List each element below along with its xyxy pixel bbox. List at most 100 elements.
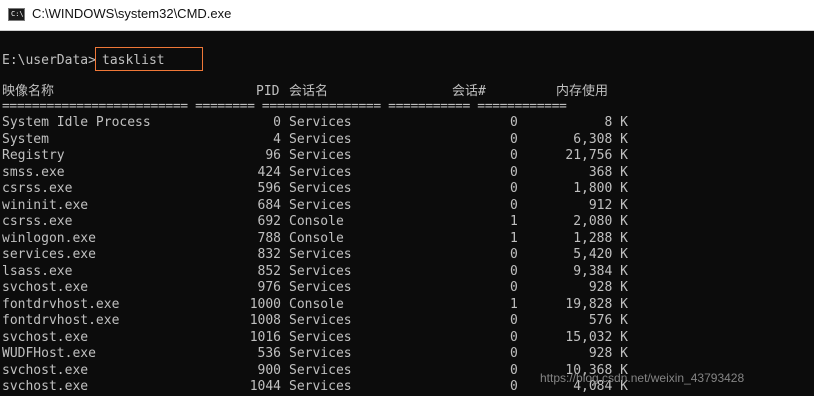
process-name: csrss.exe	[2, 214, 73, 229]
process-session-name: Console	[289, 296, 344, 312]
process-session-number: 0	[510, 329, 518, 345]
process-pid: 852	[257, 263, 281, 279]
process-name: services.exe	[2, 247, 96, 262]
process-session-number: 1	[510, 230, 518, 246]
process-pid: 96	[265, 148, 281, 163]
process-row: svchost.exe 1016 Services 0 15,032 K	[0, 330, 814, 346]
process-memory: 5,420 K	[573, 247, 628, 262]
process-session-number: 0	[510, 197, 518, 213]
prompt-path: E:\userData>	[2, 53, 96, 68]
header-separator: ========================= ======== =====…	[2, 99, 567, 114]
process-session-name: Services	[289, 280, 352, 295]
process-row: services.exe 832 Services 0 5,420 K	[0, 247, 814, 263]
process-row: WUDFHost.exe 536 Services 0 928 K	[0, 346, 814, 362]
process-pid: 4	[273, 131, 281, 147]
process-pid: 788	[257, 230, 281, 246]
process-row: System Idle Process 0 Services 0 8 K	[0, 115, 814, 131]
process-row: smss.exe 424 Services 0 368 K	[0, 165, 814, 181]
cmd-icon: C:\	[8, 8, 25, 21]
process-session-name: Services	[289, 313, 352, 328]
process-name: csrss.exe	[2, 181, 73, 196]
process-memory: 368 K	[588, 164, 628, 180]
process-session-name: Services	[289, 379, 352, 394]
process-row: csrss.exe 596 Services 0 1,800 K	[0, 181, 814, 197]
process-name: smss.exe	[2, 164, 65, 180]
process-name: fontdrvhost.exe	[2, 313, 120, 328]
process-pid: 596	[257, 181, 281, 196]
process-pid: 1016	[249, 329, 281, 345]
process-session-number: 0	[510, 131, 518, 147]
process-pid: 536	[257, 346, 281, 361]
process-session-number: 0	[510, 263, 518, 279]
process-session-number: 1	[510, 296, 518, 312]
process-row: fontdrvhost.exe 1008 Services 0 576 K	[0, 313, 814, 329]
process-name: svchost.exe	[2, 329, 89, 345]
process-memory: 9,384 K	[573, 263, 628, 279]
process-pid: 684	[257, 197, 281, 213]
process-session-number: 0	[510, 313, 518, 328]
process-pid: 900	[257, 362, 281, 378]
process-memory: 8 K	[604, 115, 628, 130]
process-session-number: 0	[510, 164, 518, 180]
process-name: lsass.exe	[2, 263, 73, 279]
process-name: System Idle Process	[2, 115, 151, 130]
process-session-name: Console	[289, 214, 344, 229]
process-memory: 6,308 K	[573, 131, 628, 147]
process-name: WUDFHost.exe	[2, 346, 96, 361]
process-session-number: 0	[510, 115, 518, 130]
watermark-text: https://blog.csdn.net/weixin_43793428	[540, 371, 745, 385]
process-name: fontdrvhost.exe	[2, 296, 120, 312]
process-name: svchost.exe	[2, 362, 89, 378]
process-session-number: 0	[510, 346, 518, 361]
process-memory: 928 K	[588, 280, 628, 295]
process-memory: 1,800 K	[573, 181, 628, 196]
process-session-name: Services	[289, 362, 352, 378]
process-session-name: Services	[289, 329, 352, 345]
process-name: svchost.exe	[2, 379, 89, 394]
command-text: tasklist	[102, 53, 165, 68]
process-name: wininit.exe	[2, 197, 89, 213]
process-name: System	[2, 131, 49, 147]
process-pid: 692	[257, 214, 281, 229]
process-row: wininit.exe 684 Services 0 912 K	[0, 198, 814, 214]
console-output[interactable]: E:\userData> tasklist 映像名称 PID 会话名 会话# 内…	[0, 31, 814, 396]
process-session-number: 0	[510, 379, 518, 394]
process-session-number: 0	[510, 280, 518, 295]
process-pid: 1008	[249, 313, 281, 328]
process-memory: 15,032 K	[565, 329, 628, 345]
process-row: svchost.exe 976 Services 0 928 K	[0, 280, 814, 296]
window-title-bar[interactable]: C:\ C:\WINDOWS\system32\CMD.exe	[0, 0, 814, 31]
process-pid: 832	[257, 247, 281, 262]
process-pid: 0	[273, 115, 281, 130]
process-pid: 424	[257, 164, 281, 180]
process-memory: 21,756 K	[565, 148, 628, 163]
process-name: Registry	[2, 148, 65, 163]
process-session-number: 0	[510, 247, 518, 262]
process-memory: 576 K	[588, 313, 628, 328]
process-session-number: 0	[510, 362, 518, 378]
process-row: winlogon.exe 788 Console 1 1,288 K	[0, 231, 814, 247]
process-name: svchost.exe	[2, 280, 89, 295]
process-name: winlogon.exe	[2, 230, 96, 246]
process-row: lsass.exe 852 Services 0 9,384 K	[0, 264, 814, 280]
process-session-number: 1	[510, 214, 518, 229]
process-session-number: 0	[510, 181, 518, 196]
process-session-name: Services	[289, 164, 352, 180]
process-session-name: Services	[289, 247, 352, 262]
process-session-name: Services	[289, 346, 352, 361]
process-memory: 912 K	[588, 197, 628, 213]
process-session-name: Console	[289, 230, 344, 246]
process-row: fontdrvhost.exe 1000 Console 1 19,828 K	[0, 297, 814, 313]
process-session-name: Services	[289, 181, 352, 196]
process-session-name: Services	[289, 263, 352, 279]
process-session-name: Services	[289, 131, 352, 147]
process-row: csrss.exe 692 Console 1 2,080 K	[0, 214, 814, 230]
process-memory: 2,080 K	[573, 214, 628, 229]
process-memory: 19,828 K	[565, 296, 628, 312]
process-session-number: 0	[510, 148, 518, 163]
process-pid: 1000	[249, 296, 281, 312]
process-row: Registry 96 Services 0 21,756 K	[0, 148, 814, 164]
cmd-icon-text: C:\	[11, 10, 24, 18]
process-memory: 928 K	[588, 346, 628, 361]
process-session-name: Services	[289, 115, 352, 130]
